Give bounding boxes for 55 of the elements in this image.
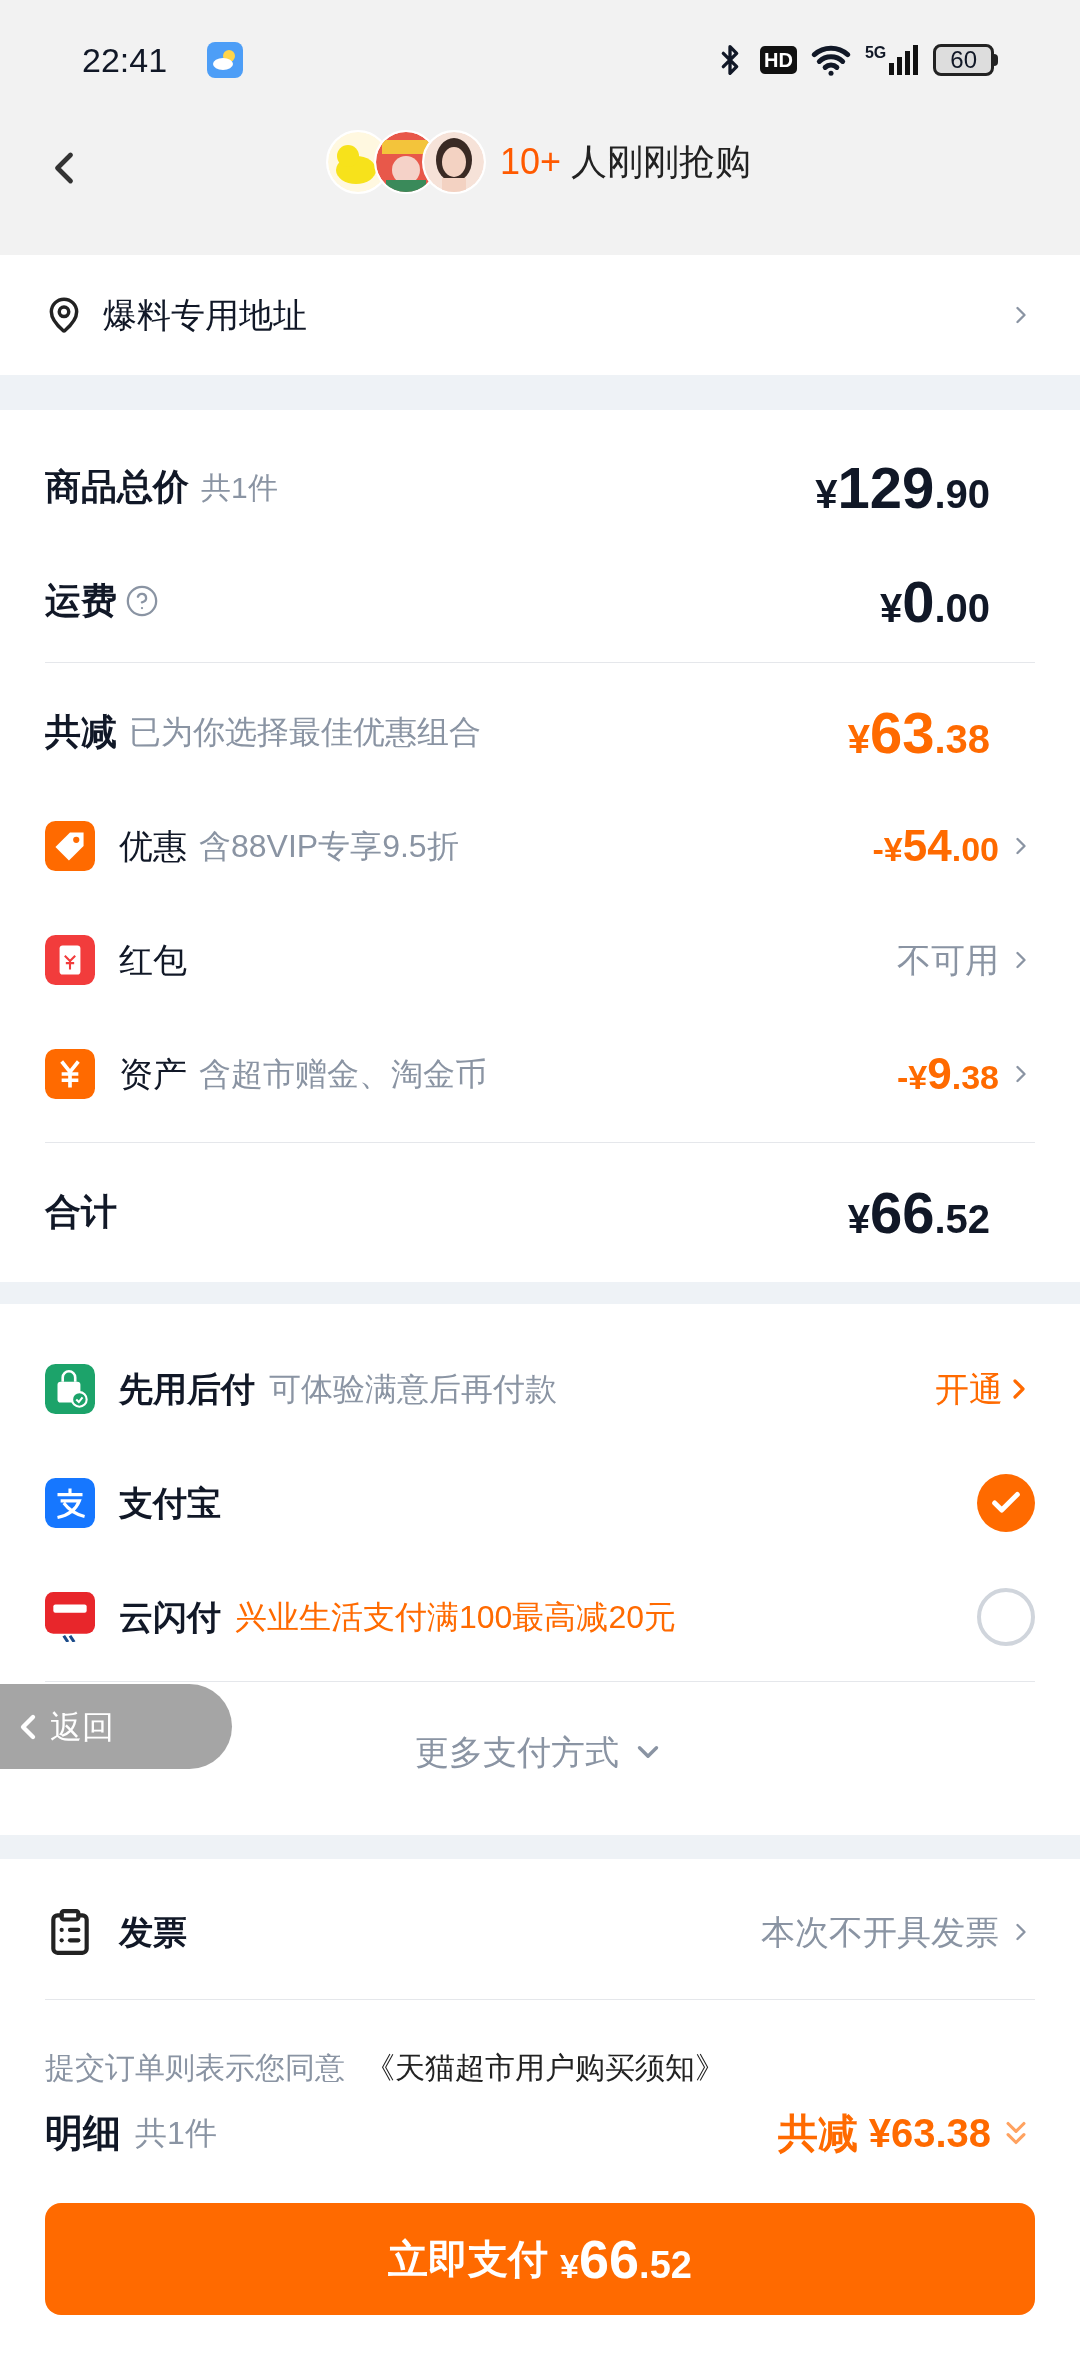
discount-total-price: ¥63.38 [847,698,990,767]
hd-badge: HD [760,46,797,74]
address-label: 爆料专用地址 [103,294,308,336]
yuan-coin-icon [45,1049,95,1099]
shopping-bag-icon [45,1364,95,1414]
payment-method-row[interactable]: 支付宝 [45,1446,1035,1560]
payment-method-name: 云闪付 [119,1596,221,1638]
total-label: 合计 [45,1190,118,1234]
envelope-icon [45,935,95,985]
discount-label: 资产 [119,1053,187,1095]
agreement-link[interactable]: 《天猫超市用户购买须知》 [365,2045,725,2090]
details-count: 共1件 [135,2114,218,2153]
battery-indicator: 60 [933,44,998,76]
subtotal-price: ¥129.90 [815,453,990,522]
payment-method-name: 先用后付 [119,1368,255,1410]
discount-label: 红包 [119,939,187,981]
alipay-icon [45,1478,95,1528]
details-label: 明细 [45,2110,121,2156]
total-price: ¥66.52 [847,1178,990,1247]
unavailable-text: 不可用 [897,939,999,981]
discount-row[interactable]: 资产 含超市赠金、淘金币 -¥9.38 [45,1017,1035,1131]
payment-method-note: 可体验满意后再付款 [269,1370,557,1409]
discount-amount: -¥9.38 [897,1048,999,1100]
discount-row[interactable]: 红包 不可用 [45,903,1035,1017]
item-count: 共1件 [201,469,279,506]
discount-total-label: 共减 [45,710,117,754]
weather-icon [207,42,244,78]
invoice-row[interactable]: 发票 本次不开具发票 [45,1876,1035,1988]
tag-icon [45,821,95,871]
help-icon[interactable] [125,584,159,618]
discount-amount: -¥54.00 [872,820,999,872]
invoice-value: 本次不开具发票 [761,1911,999,1953]
address-row[interactable]: 爆料专用地址 [0,255,1080,375]
clock-time: 22:41 [82,39,168,81]
invoice-label: 发票 [119,1911,188,1953]
radio-button[interactable] [977,1474,1035,1532]
unionpay-icon [45,1592,95,1642]
discount-row[interactable]: 优惠 含88VIP专享9.5折 -¥54.00 [45,789,1035,903]
signal-icon [889,45,920,75]
discount-label: 优惠 [119,825,187,867]
buying-text: 人刚刚抢购 [571,140,752,184]
agreement-text: 提交订单则表示您同意 [45,2050,345,2086]
payment-promo: 兴业生活支付满100最高减20元 [235,1598,676,1637]
discount-detail: 含88VIP专享9.5折 [199,827,459,866]
buyer-count: 10+ [500,140,562,184]
payment-method-row[interactable]: 先用后付 可体验满意后再付款 开通 [45,1332,1035,1446]
shipping-price: ¥0.00 [879,567,990,636]
discount-note: 已为你选择最佳优惠组合 [129,713,482,752]
subtotal-label: 商品总价 [45,465,189,509]
payment-method-row[interactable]: 云闪付 兴业生活支付满100最高减20元 [45,1560,1035,1674]
discount-detail: 含超市赠金、淘金币 [199,1055,487,1094]
payment-method-name: 支付宝 [119,1482,221,1524]
network-type: 5G [864,45,887,61]
radio-button[interactable] [977,1588,1035,1646]
shipping-label: 运费 [45,579,117,623]
